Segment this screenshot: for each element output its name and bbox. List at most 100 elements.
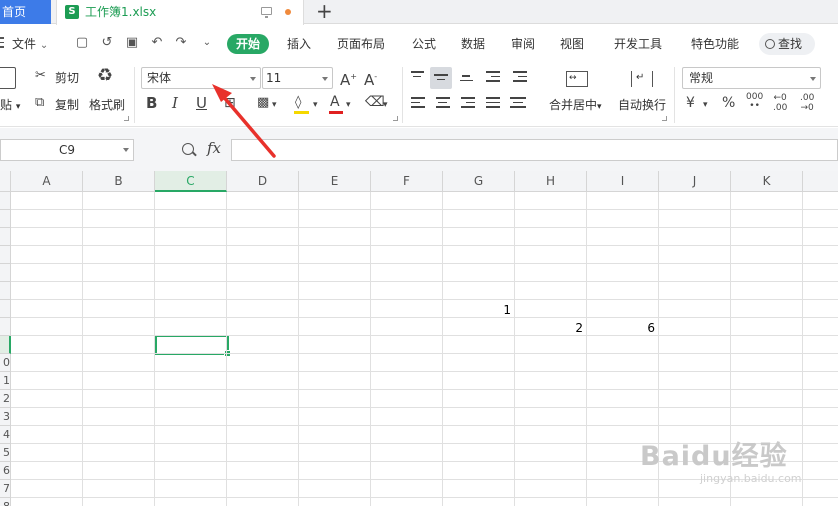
new-tab-button[interactable]: + — [316, 0, 333, 22]
tab-data[interactable]: 数据 — [461, 34, 485, 54]
align-left-icon[interactable] — [411, 97, 425, 111]
cell-i8[interactable]: 6 — [587, 321, 655, 335]
row-header[interactable] — [0, 246, 11, 264]
tab-home-ribbon[interactable]: 开始 — [227, 34, 270, 54]
distributed-align-icon[interactable] — [510, 97, 526, 111]
decrease-font-icon[interactable]: A- — [364, 69, 377, 88]
undo-icon[interactable]: ↶ — [150, 36, 164, 50]
chevron-down-icon[interactable]: ▾ — [383, 97, 388, 113]
format-painter-button[interactable]: 格式刷 — [89, 96, 125, 113]
align-center-icon[interactable] — [436, 97, 450, 111]
column-header-f[interactable]: F — [371, 171, 443, 192]
increase-indent-icon[interactable] — [513, 71, 527, 85]
borders-icon[interactable]: ⊞ — [224, 95, 236, 111]
monitor-icon[interactable] — [261, 7, 272, 18]
align-middle-button[interactable] — [430, 67, 452, 89]
column-header-j[interactable]: J — [659, 171, 731, 192]
row-header[interactable] — [0, 192, 11, 210]
row-header[interactable] — [0, 282, 11, 300]
chevron-down-icon[interactable]: ▾ — [703, 97, 708, 113]
font-dialog-launcher[interactable] — [393, 116, 398, 121]
column-header-h[interactable]: H — [515, 171, 587, 192]
cell-h8[interactable]: 2 — [515, 321, 583, 335]
decrease-decimal-icon[interactable]: .00 →0 — [800, 93, 814, 113]
active-cell-c9[interactable] — [155, 335, 231, 357]
fill-color-icon[interactable]: ◊ — [295, 95, 301, 111]
align-top-icon[interactable] — [411, 71, 424, 80]
save-icon[interactable]: ▢ — [75, 36, 89, 50]
tab-home[interactable]: 首页 — [0, 0, 51, 24]
wrap-text-button[interactable]: 自动换行 — [618, 96, 666, 113]
thousands-separator-icon[interactable]: 000 •• — [746, 93, 763, 111]
tab-developer[interactable]: 开发工具 — [614, 34, 662, 54]
column-header-d[interactable]: D — [227, 171, 299, 192]
cut-button[interactable]: 剪切 — [55, 69, 79, 86]
percent-icon[interactable]: % — [722, 95, 735, 111]
underline-button[interactable]: U — [196, 95, 207, 111]
column-header-e[interactable]: E — [299, 171, 371, 192]
insert-function-button[interactable]: fx — [207, 139, 221, 157]
cell-g7[interactable]: 1 — [443, 303, 511, 317]
tab-page-layout[interactable]: 页面布局 — [337, 34, 385, 54]
column-header-partial[interactable] — [803, 171, 838, 192]
tab-review[interactable]: 审阅 — [511, 34, 535, 54]
alignment-dialog-launcher[interactable] — [662, 116, 667, 121]
row-header[interactable]: 1 — [0, 372, 11, 390]
decrease-indent-icon[interactable] — [486, 71, 500, 85]
row-header[interactable] — [0, 264, 11, 282]
chevron-down-icon[interactable]: ▾ — [346, 97, 351, 113]
tab-document[interactable]: S 工作簿1.xlsx — [56, 0, 304, 25]
row-header[interactable] — [0, 300, 11, 318]
row-header[interactable]: 5 — [0, 444, 11, 462]
row-header[interactable]: 0 — [0, 354, 11, 372]
tab-view[interactable]: 视图 — [560, 34, 584, 54]
row-header[interactable] — [0, 228, 11, 246]
justify-icon[interactable] — [486, 97, 500, 111]
column-header-c[interactable]: C — [155, 171, 227, 192]
column-header-b[interactable]: B — [83, 171, 155, 192]
copy-button[interactable]: 复制 — [55, 96, 79, 113]
chevron-down-icon[interactable]: ▾ — [313, 97, 318, 113]
number-format-select[interactable]: 常规 — [682, 67, 821, 89]
font-name-select[interactable]: 宋体 — [141, 67, 261, 89]
row-header[interactable]: 6 — [0, 462, 11, 480]
row-header[interactable] — [0, 318, 11, 336]
column-header-g[interactable]: G — [443, 171, 515, 192]
chevron-down-icon[interactable]: ▾ — [272, 97, 277, 113]
export-icon[interactable]: ↺ — [100, 36, 114, 50]
font-size-select[interactable]: 11 — [262, 67, 333, 89]
currency-icon[interactable]: ¥ — [686, 95, 695, 111]
tab-formulas[interactable]: 公式 — [412, 34, 436, 54]
customize-chevron-icon[interactable]: ⌄ — [200, 36, 214, 50]
row-header[interactable]: 8 — [0, 498, 11, 506]
italic-button[interactable]: I — [172, 95, 178, 111]
column-header-i[interactable]: I — [587, 171, 659, 192]
row-header[interactable]: 7 — [0, 480, 11, 498]
select-all-corner[interactable] — [0, 171, 11, 192]
eraser-icon[interactable]: ⌫ — [365, 94, 385, 110]
align-bottom-icon[interactable] — [460, 75, 473, 84]
paste-button[interactable]: 贴 ▾ — [0, 96, 20, 113]
increase-font-icon[interactable]: A+ — [340, 69, 357, 88]
cell-style-icon[interactable]: ▩ — [257, 95, 269, 111]
redo-icon[interactable]: ↷ — [174, 36, 188, 50]
increase-decimal-icon[interactable]: ←0.00 — [773, 93, 787, 113]
column-header-a[interactable]: A — [11, 171, 83, 192]
row-header[interactable] — [0, 336, 11, 354]
search-button[interactable]: 查找 — [759, 33, 815, 55]
row-header[interactable]: 3 — [0, 408, 11, 426]
merge-center-button[interactable]: 合并居中▾ — [549, 96, 602, 113]
column-header-k[interactable]: K — [731, 171, 803, 192]
bold-button[interactable]: B — [146, 95, 157, 111]
zoom-icon[interactable] — [182, 143, 194, 155]
clipboard-dialog-launcher[interactable] — [124, 116, 129, 121]
font-color-icon[interactable]: A — [330, 94, 340, 110]
name-box[interactable]: C9 — [0, 139, 134, 161]
print-preview-icon[interactable]: ▣ — [125, 36, 139, 50]
row-header[interactable] — [0, 210, 11, 228]
tab-insert[interactable]: 插入 — [287, 34, 311, 54]
formula-input[interactable] — [231, 139, 838, 161]
paste-icon[interactable] — [0, 67, 16, 89]
align-right-icon[interactable] — [461, 97, 475, 111]
row-header[interactable]: 2 — [0, 390, 11, 408]
